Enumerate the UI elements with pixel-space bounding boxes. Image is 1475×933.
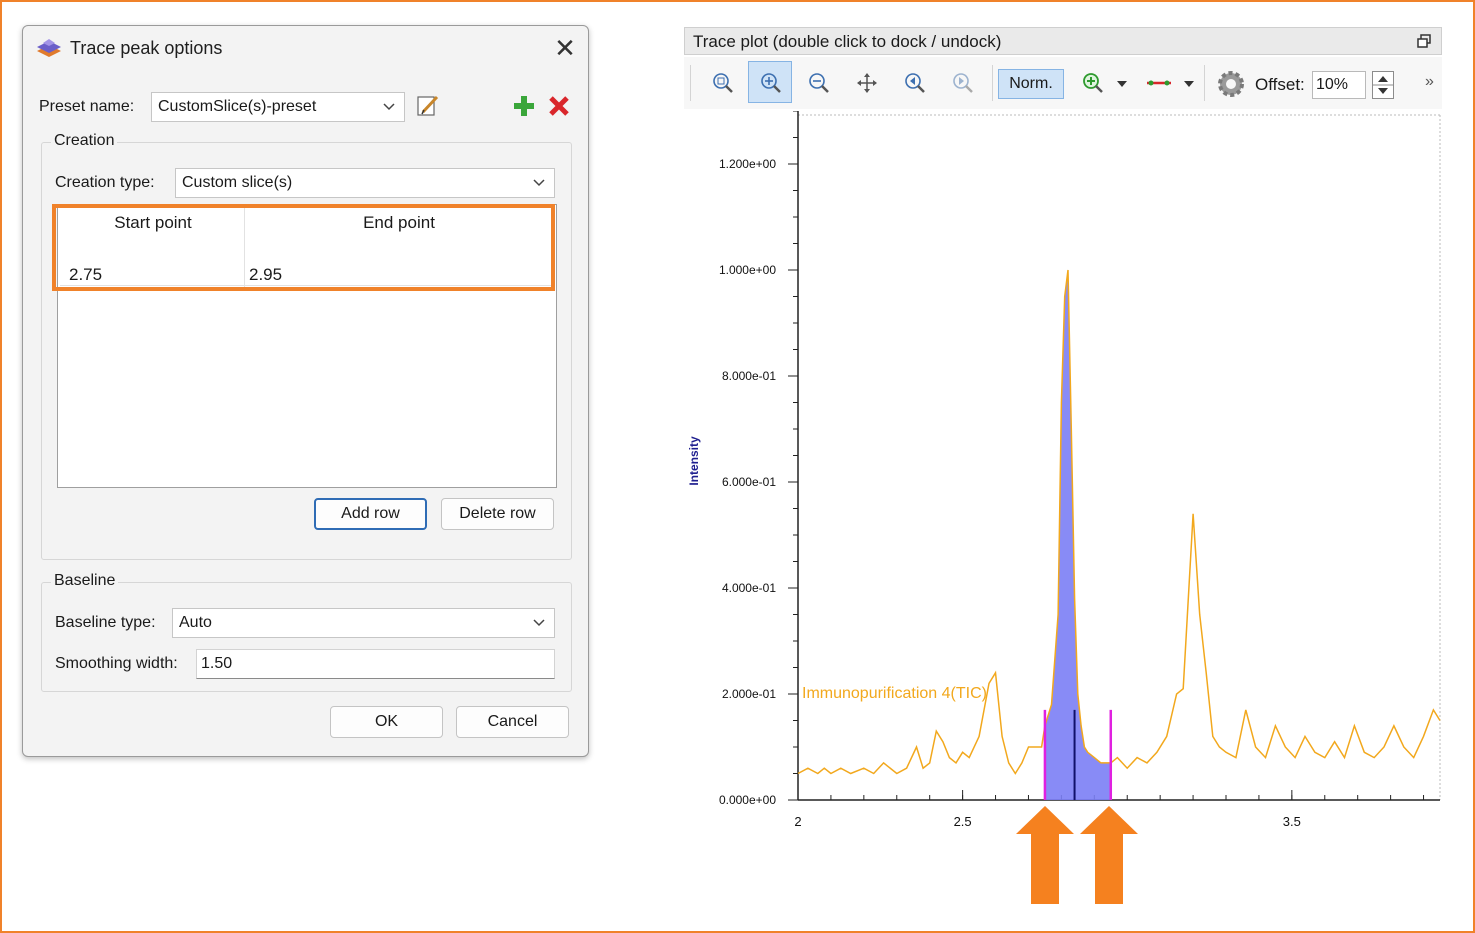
add-preset-icon[interactable] xyxy=(511,93,537,119)
add-row-button[interactable]: Add row xyxy=(314,498,427,530)
preset-name-value: CustomSlice(s)-preset xyxy=(158,98,317,115)
baseline-type-label: Baseline type: xyxy=(55,614,156,631)
trace-plot-header[interactable]: Trace plot (double click to dock / undoc… xyxy=(684,27,1442,55)
zoom-next-icon xyxy=(953,73,973,93)
creation-group-title: Creation xyxy=(51,132,118,150)
baseline-type-select[interactable]: Auto xyxy=(172,608,555,638)
peak-zoom-dropdown-icon[interactable] xyxy=(1116,79,1128,89)
zoom-previous-icon xyxy=(905,73,925,93)
edit-preset-icon[interactable] xyxy=(415,93,441,119)
zoom-next-button[interactable] xyxy=(940,61,984,103)
delete-row-button[interactable]: Delete row xyxy=(441,498,554,530)
zoom-in-button[interactable] xyxy=(748,61,792,103)
x-tick-label: 2 xyxy=(794,814,801,829)
y-tick-label: 8.000e-01 xyxy=(722,369,776,383)
ok-button[interactable]: OK xyxy=(330,706,443,738)
x-tick-label: 2.5 xyxy=(954,814,972,829)
plot-toolbar: Norm. Offset: 10% » xyxy=(684,57,1442,109)
toolbar-overflow-button[interactable]: » xyxy=(1425,73,1434,91)
spinner-arrows-icon xyxy=(1373,76,1393,94)
line-style-button[interactable] xyxy=(1134,61,1178,103)
normalize-button[interactable]: Norm. xyxy=(998,69,1064,99)
trace-plot-panel: Trace plot (double click to dock / undoc… xyxy=(684,27,1450,839)
pan-button[interactable] xyxy=(844,61,888,103)
smoothing-width-label: Smoothing width: xyxy=(55,655,178,672)
trace-chart[interactable]: Intensity 0.000e+00 2.000e-01 4.000e-01 6.0… xyxy=(684,111,1450,839)
zoom-fit-icon xyxy=(713,73,733,93)
slice-end-arrow xyxy=(1080,806,1138,904)
y-tick-label: 4.000e-01 xyxy=(722,581,776,595)
trace-peak-app-icon xyxy=(37,39,61,57)
zoom-fit-button[interactable] xyxy=(700,61,744,103)
creation-type-select[interactable]: Custom slice(s) xyxy=(175,168,555,198)
column-header-end-point[interactable]: End point xyxy=(245,213,553,233)
x-tick-label: 3.5 xyxy=(1283,814,1301,829)
preset-name-label: Preset name: xyxy=(39,98,135,115)
cell-end-point[interactable]: 2.95 xyxy=(249,265,282,285)
gear-icon[interactable] xyxy=(1215,68,1247,100)
column-header-start-point[interactable]: Start point xyxy=(62,213,244,233)
offset-spinner[interactable] xyxy=(1372,71,1394,99)
cancel-button[interactable]: Cancel xyxy=(456,706,569,738)
toolbar-grip xyxy=(690,65,691,101)
creation-type-value: Custom slice(s) xyxy=(182,174,293,191)
preset-name-select[interactable]: CustomSlice(s)-preset xyxy=(151,92,405,122)
offset-field[interactable]: 10% xyxy=(1312,71,1366,99)
line-style-icon xyxy=(1147,80,1171,86)
slice-start-arrow xyxy=(1016,806,1074,904)
chevron-down-icon xyxy=(533,179,545,187)
baseline-type-value: Auto xyxy=(179,614,212,631)
zoom-previous-button[interactable] xyxy=(892,61,936,103)
column-divider xyxy=(244,207,245,287)
chevron-down-icon xyxy=(383,103,395,111)
row-divider xyxy=(60,285,554,286)
toolbar-separator xyxy=(992,65,993,101)
y-tick-label: 1.200e+00 xyxy=(719,157,776,171)
y-tick-label: 1.000e+00 xyxy=(719,263,776,277)
zoom-out-icon xyxy=(809,73,829,93)
zoom-out-button[interactable] xyxy=(796,61,840,103)
pan-icon xyxy=(857,73,877,93)
baseline-group-title: Baseline xyxy=(51,572,119,590)
series-label: Immunopurification 4(TIC) xyxy=(802,685,987,702)
chevron-down-icon xyxy=(533,619,545,627)
peak-zoom-icon xyxy=(1083,73,1103,93)
y-axis-label: Intensity xyxy=(687,436,701,486)
undock-icon[interactable] xyxy=(1417,34,1431,48)
close-icon[interactable]: ✕ xyxy=(551,34,579,62)
peak-zoom-button[interactable] xyxy=(1070,61,1114,103)
toolbar-separator xyxy=(1204,65,1205,101)
y-tick-label: 2.000e-01 xyxy=(722,687,776,701)
slice-fill-area xyxy=(1044,270,1111,800)
smoothing-width-field[interactable]: 1.50 xyxy=(196,649,555,679)
zoom-in-icon xyxy=(761,73,781,93)
delete-preset-icon[interactable] xyxy=(546,93,572,119)
y-tick-label: 6.000e-01 xyxy=(722,475,776,489)
creation-type-label: Creation type: xyxy=(55,174,155,191)
trace-plot-title: Trace plot (double click to dock / undoc… xyxy=(693,32,1002,51)
y-tick-label: 0.000e+00 xyxy=(719,793,776,807)
cell-start-point[interactable]: 2.75 xyxy=(69,265,102,285)
trace-peak-options-dialog: Trace peak options ✕ Preset name: Custom… xyxy=(22,25,589,757)
slices-table: Start point End point 2.75 2.95 xyxy=(57,204,557,488)
dialog-title: Trace peak options xyxy=(70,38,223,58)
offset-label: Offset: xyxy=(1255,75,1305,94)
line-style-dropdown-icon[interactable] xyxy=(1183,79,1195,89)
